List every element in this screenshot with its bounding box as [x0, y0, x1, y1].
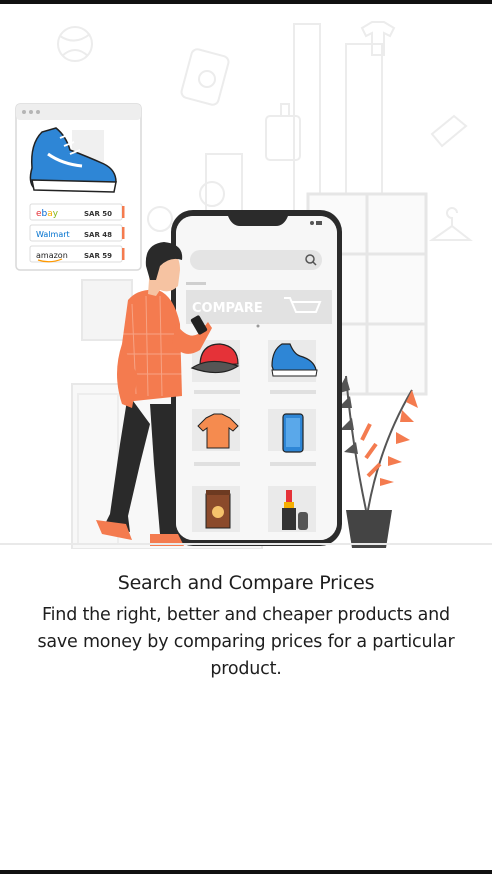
ebay-price: SAR 50: [84, 210, 112, 218]
walmart-logo: Walmart: [36, 230, 70, 239]
ebay-logo: ebay: [36, 209, 59, 219]
coffee-bag-icon: [205, 490, 231, 529]
amazon-price: SAR 59: [84, 252, 112, 260]
amazon-logo: amazon: [36, 251, 68, 260]
onboarding-illustration: ebay Walmart amazon SAR 50 SAR 48 SAR 59…: [15, 21, 473, 549]
potted-plant: [336, 375, 418, 548]
walmart-price: SAR 48: [84, 231, 112, 239]
compare-banner-label: COMPARE: [192, 301, 263, 316]
sneaker-icon: [29, 127, 117, 193]
ground-line: [0, 543, 492, 545]
price-compare-card: ebay Walmart amazon SAR 50 SAR 48 SAR 59: [15, 103, 142, 271]
onboarding-description: Find the right, better and cheaper produ…: [37, 605, 455, 679]
mobile-phone-icon: [282, 413, 304, 453]
onboarding-text-block: Search and Compare Prices Find the right…: [20, 572, 472, 683]
onboarding-title: Search and Compare Prices: [117, 572, 375, 594]
smartphone: COMPARE: [171, 210, 342, 546]
bottom-edge: [0, 870, 492, 874]
